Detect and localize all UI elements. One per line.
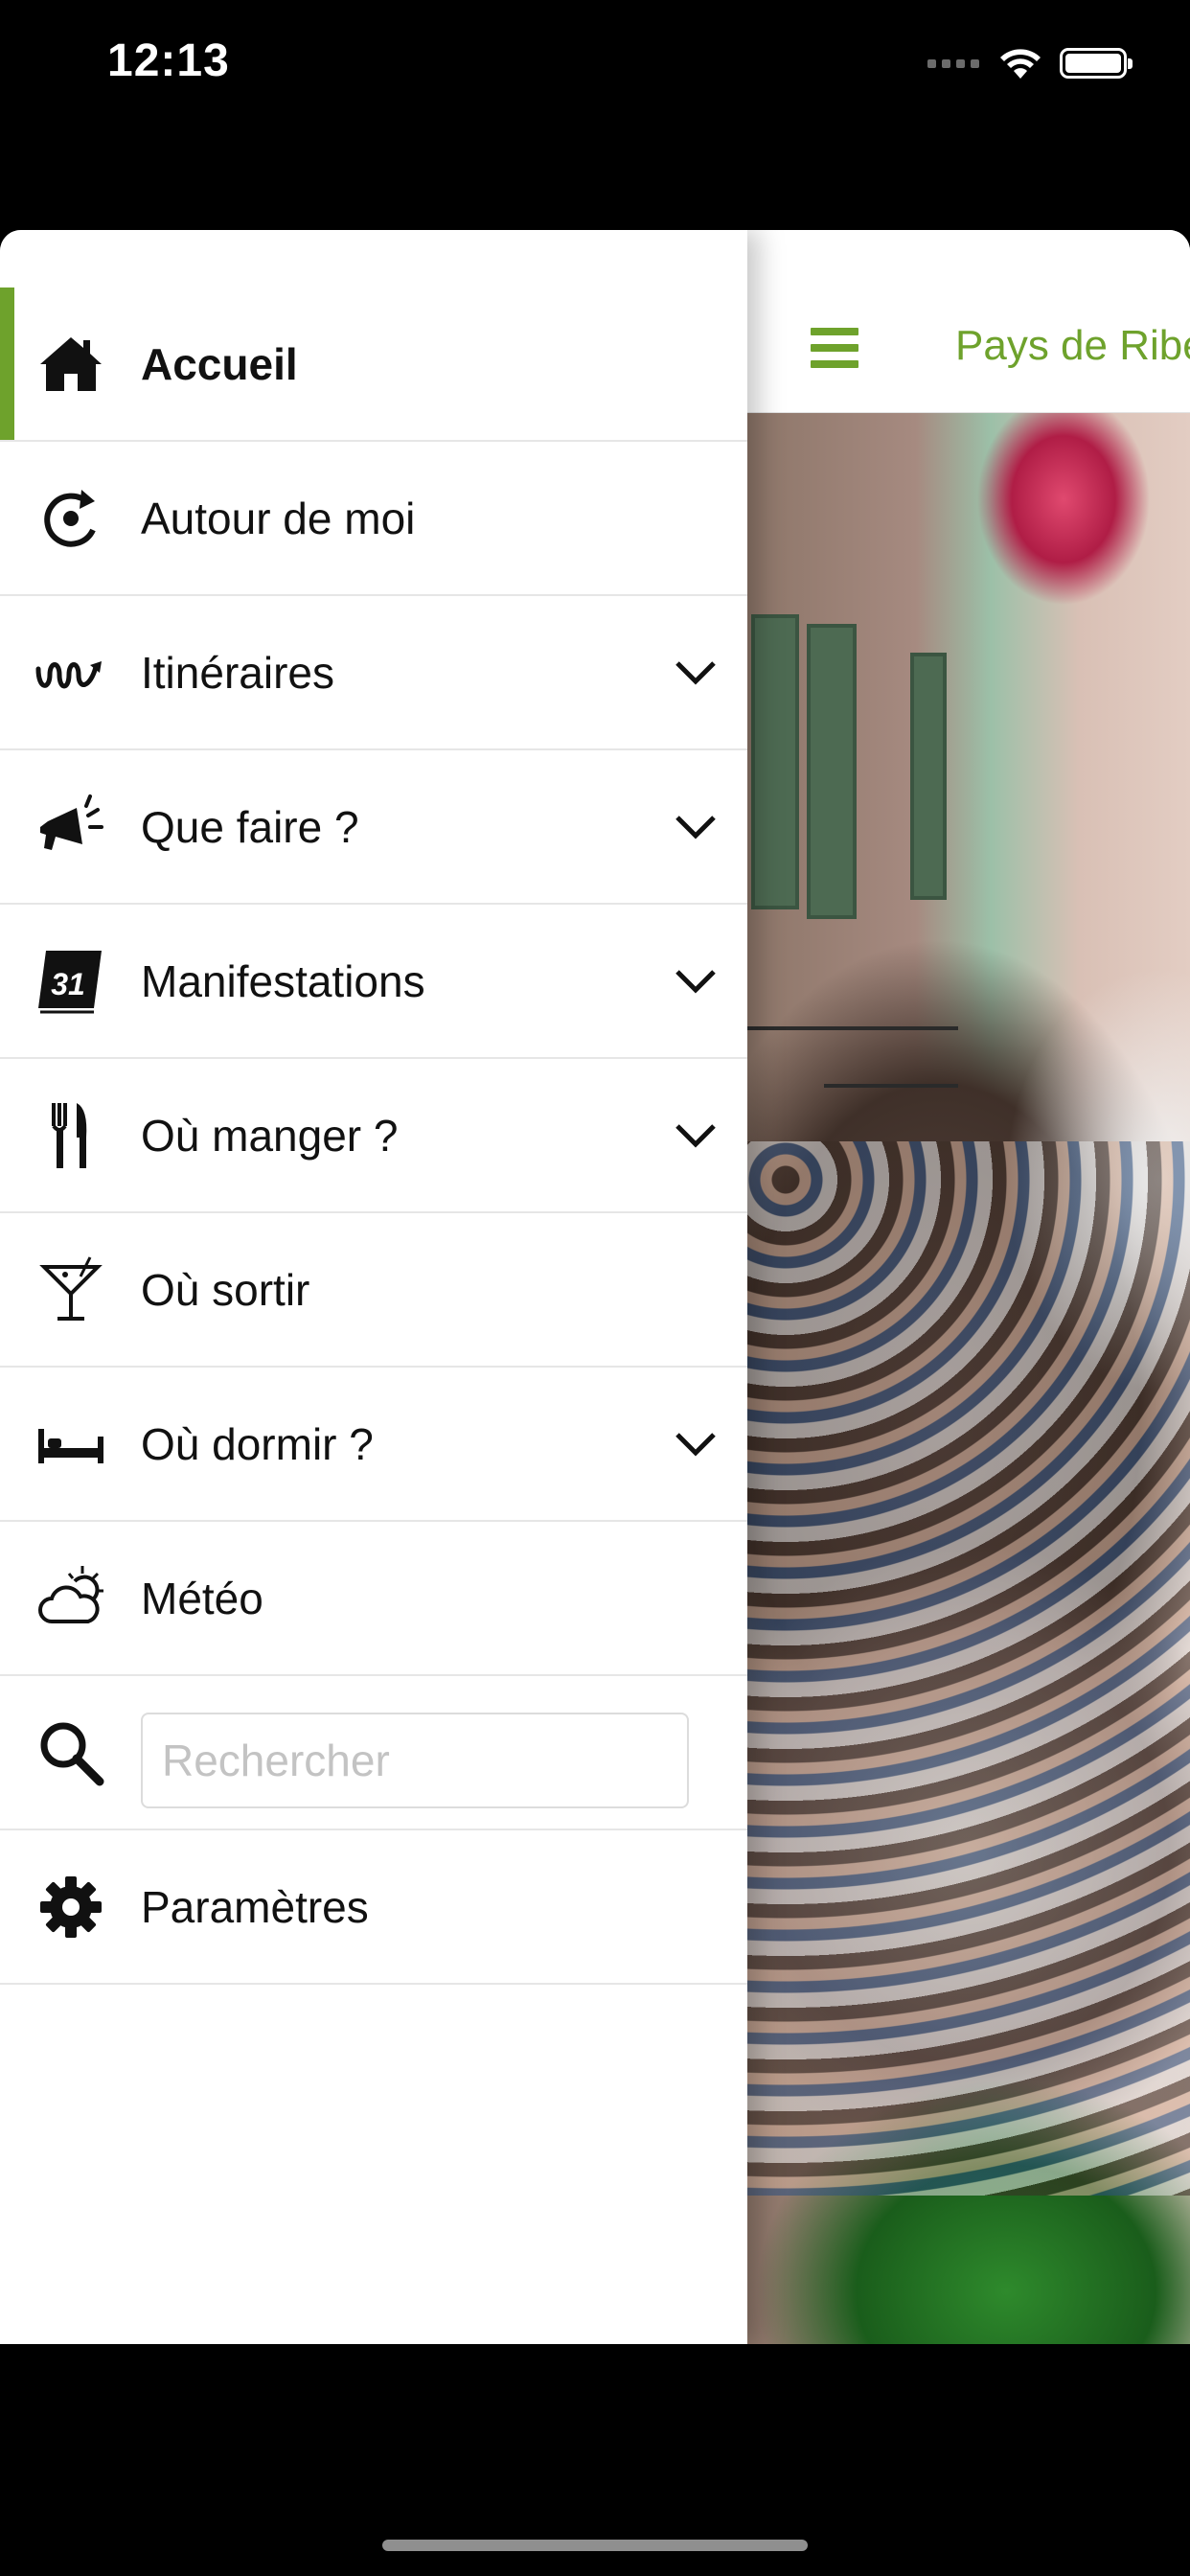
calendar-icon: 31	[34, 945, 107, 1018]
megaphone-icon	[34, 791, 107, 863]
app-title: Pays de Ribeauvillé	[955, 322, 1190, 369]
cellular-signal-icon	[927, 58, 981, 68]
weather-icon	[34, 1562, 107, 1635]
fork-knife-icon	[34, 1099, 107, 1172]
location-refresh-icon	[34, 482, 107, 555]
menu-label: Accueil	[141, 338, 298, 389]
menu-item-manifestations[interactable]: 31 Manifestations	[0, 905, 747, 1059]
menu-label: Météo	[141, 1573, 263, 1623]
menu-item-search	[0, 1676, 747, 1830]
menu-item-ou-sortir: Où sortir	[0, 1213, 747, 1368]
navigation-drawer: Accueil Autour de moi Itinéraires Que fa…	[0, 230, 747, 2344]
home-indicator[interactable]	[382, 2540, 808, 2551]
status-icons	[927, 44, 1133, 82]
menu-item-ou-manger[interactable]: Où manger ?	[0, 1059, 747, 1213]
home-icon	[34, 328, 107, 401]
hamburger-icon[interactable]	[811, 328, 858, 368]
menu-label: Où manger ?	[141, 1110, 399, 1161]
app-container: Pays de Ribeauvillé Accueil Autour de mo…	[0, 230, 1190, 2344]
main-content: Pays de Ribeauvillé	[747, 230, 1190, 2344]
menu-label: Autour de moi	[141, 493, 416, 543]
route-icon	[34, 636, 107, 709]
menu-label: Où dormir ?	[141, 1418, 374, 1469]
search-icon[interactable]	[34, 1716, 107, 1789]
chevron-down-icon[interactable]	[673, 813, 719, 841]
gear-icon	[34, 1871, 107, 1944]
battery-icon	[1060, 48, 1133, 79]
menu-item-accueil[interactable]: Accueil	[0, 288, 747, 442]
menu-item-itineraires[interactable]: Itinéraires	[0, 596, 747, 750]
calendar-day-text: 31	[51, 967, 85, 1001]
menu-label: Où sortir	[141, 1264, 310, 1315]
menu-label: Itinéraires	[141, 647, 334, 698]
chevron-down-icon[interactable]	[673, 1430, 719, 1459]
bed-icon	[34, 1408, 107, 1481]
menu-item-meteo[interactable]: Météo	[0, 1522, 747, 1676]
menu-item-autour-de-moi[interactable]: Autour de moi	[0, 442, 747, 596]
status-time: 12:13	[107, 35, 230, 86]
menu-item-parametres[interactable]: Paramètres	[0, 1830, 747, 1985]
top-bar: Pays de Ribeauvillé	[747, 230, 1190, 413]
search-input[interactable]	[141, 1713, 689, 1808]
menu-label: Que faire ?	[141, 801, 359, 852]
chevron-down-icon[interactable]	[673, 967, 719, 996]
chevron-down-icon[interactable]	[673, 1121, 719, 1150]
cocktail-icon	[34, 1254, 107, 1326]
wifi-icon	[1000, 49, 1041, 79]
hero-photo	[747, 413, 1190, 2344]
menu-item-que-faire[interactable]: Que faire ?	[0, 750, 747, 905]
menu-item-ou-dormir[interactable]: Où dormir ?	[0, 1368, 747, 1522]
menu-label: Manifestations	[141, 955, 425, 1006]
chevron-down-icon[interactable]	[673, 658, 719, 687]
status-bar: 12:13	[0, 0, 1190, 134]
menu-label: Paramètres	[141, 1881, 369, 1932]
